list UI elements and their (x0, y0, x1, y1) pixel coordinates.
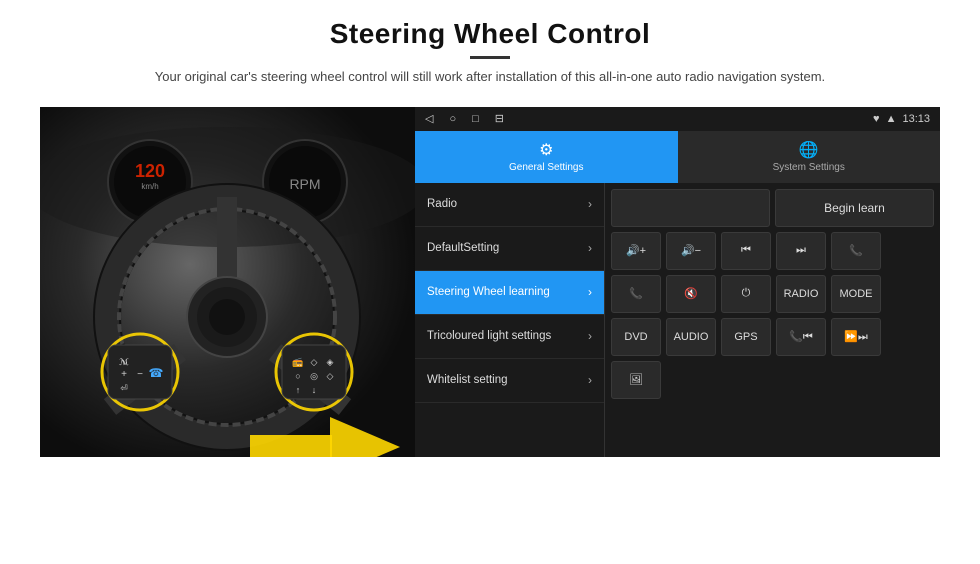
title-divider (470, 56, 510, 59)
ctrl-row-1: Begin learn (611, 189, 934, 227)
menu-item-radio[interactable]: Radio › (415, 183, 604, 227)
begin-learn-button[interactable]: Begin learn (775, 189, 934, 227)
mute-icon: 🔇 (684, 287, 698, 300)
location-icon: ♥ (873, 113, 880, 125)
dvd-button[interactable]: DVD (611, 318, 661, 356)
media-button[interactable]: 🖼 (611, 361, 661, 399)
audio-label: AUDIO (674, 331, 709, 343)
menu-item-tricoloured[interactable]: Tricoloured light settings › (415, 315, 604, 359)
mode-button[interactable]: MODE (831, 275, 881, 313)
menu-default-chevron: › (588, 241, 592, 255)
media-icon: 🖼 (629, 373, 643, 386)
tab-general-settings[interactable]: ⚙ General Settings (415, 131, 678, 183)
menu-default-label: DefaultSetting (427, 241, 499, 256)
svg-text:+: + (121, 369, 127, 380)
power-button[interactable]: ⏻ (721, 275, 771, 313)
menu-steering-chevron: › (588, 285, 592, 299)
page-title: Steering Wheel Control (155, 18, 825, 50)
svg-text:RPM: RPM (289, 176, 320, 192)
mute-button[interactable]: 🔇 (666, 275, 716, 313)
call-icon: 📞 (849, 244, 863, 257)
steering-bg: 120 km/h RPM (40, 107, 415, 457)
tab-system-settings[interactable]: 🌐 System Settings (678, 131, 941, 183)
vol-down-icon: 🔊− (681, 244, 701, 257)
svg-text:km/h: km/h (141, 182, 158, 191)
prev-track-button[interactable]: ⏮ (721, 232, 771, 270)
svg-text:◎: ◎ (310, 371, 318, 381)
signal-icon: ▲ (886, 113, 897, 125)
title-section: Steering Wheel Control Your original car… (155, 18, 825, 99)
android-body: Radio › DefaultSetting › Steering Wheel … (415, 183, 940, 457)
android-nav-icons: ◁ ○ □ ⊟ (425, 112, 504, 125)
menu-item-steering-wheel[interactable]: Steering Wheel learning › (415, 271, 604, 315)
vol-up-icon: 🔊+ (626, 244, 646, 257)
svg-text:◇: ◇ (327, 371, 334, 381)
vol-up-button[interactable]: 🔊+ (611, 232, 661, 270)
svg-text:◈: ◈ (327, 357, 334, 367)
page-container: Steering Wheel Control Your original car… (0, 0, 980, 564)
menu-radio-label: Radio (427, 197, 457, 212)
svg-text:☎: ☎ (149, 366, 164, 380)
menu-item-whitelist[interactable]: Whitelist setting › (415, 359, 604, 403)
control-panel: Begin learn 🔊+ 🔊− ⏮ (605, 183, 940, 457)
menu-item-defaultsetting[interactable]: DefaultSetting › (415, 227, 604, 271)
menu-list: Radio › DefaultSetting › Steering Wheel … (415, 183, 605, 457)
answer-icon: 📞 (629, 287, 643, 300)
menu-whitelist-label: Whitelist setting (427, 373, 508, 388)
dvd-label: DVD (624, 331, 647, 343)
system-settings-icon: 🌐 (799, 140, 819, 160)
gps-label: GPS (734, 331, 757, 343)
menu-whitelist-chevron: › (588, 373, 592, 387)
recent-icon[interactable]: □ (472, 113, 479, 125)
radio-label: RADIO (784, 288, 819, 300)
ctrl-empty-box (611, 189, 770, 227)
svg-text:∿: ∿ (120, 357, 128, 367)
svg-text:📻: 📻 (292, 357, 303, 367)
svg-text:120: 120 (135, 161, 165, 181)
tab-system-label: System Settings (773, 162, 845, 173)
page-subtitle: Your original car's steering wheel contr… (155, 67, 825, 87)
ctrl-row-5: 🖼 (611, 361, 934, 399)
svg-text:○: ○ (295, 371, 300, 381)
next-track-button[interactable]: ⏭ (776, 232, 826, 270)
android-statusbar: ◁ ○ □ ⊟ ♥ ▲ 13:13 (415, 107, 940, 131)
tab-general-label: General Settings (509, 162, 584, 173)
general-settings-icon: ⚙ (539, 140, 553, 160)
ff-next-button[interactable]: ⏩⏭ (831, 318, 881, 356)
svg-text:↑: ↑ (296, 385, 301, 395)
phone-prev-icon: 📞⏮ (789, 330, 813, 344)
status-icons: ♥ ▲ 13:13 (873, 113, 930, 125)
svg-text:−: − (137, 369, 143, 380)
gps-button[interactable]: GPS (721, 318, 771, 356)
menu-steering-label: Steering Wheel learning (427, 285, 550, 300)
next-track-icon: ⏭ (796, 244, 806, 257)
radio-button[interactable]: RADIO (776, 275, 826, 313)
power-icon: ⏻ (742, 287, 751, 300)
menu-icon[interactable]: ⊟ (495, 112, 504, 125)
back-icon[interactable]: ◁ (425, 112, 433, 125)
menu-tricoloured-chevron: › (588, 329, 592, 343)
menu-radio-chevron: › (588, 197, 592, 211)
ctrl-row-2: 🔊+ 🔊− ⏮ ⏭ 📞 (611, 232, 934, 270)
content-row: 120 km/h RPM (40, 107, 940, 457)
svg-text:↓: ↓ (312, 385, 317, 395)
mode-label: MODE (840, 288, 873, 300)
clock: 13:13 (902, 113, 930, 125)
svg-text:⏎: ⏎ (120, 383, 128, 393)
steering-wheel-image: 120 km/h RPM (40, 107, 415, 457)
menu-tricoloured-label: Tricoloured light settings (427, 329, 551, 344)
home-icon[interactable]: ○ (449, 113, 456, 125)
ctrl-row-4: DVD AUDIO GPS 📞⏮ ⏩⏭ (611, 318, 934, 356)
android-tabs: ⚙ General Settings 🌐 System Settings (415, 131, 940, 183)
answer-button[interactable]: 📞 (611, 275, 661, 313)
prev-track-icon: ⏮ (741, 244, 751, 257)
svg-text:◇: ◇ (311, 357, 318, 367)
audio-button[interactable]: AUDIO (666, 318, 716, 356)
vol-down-button[interactable]: 🔊− (666, 232, 716, 270)
ctrl-row-3: 📞 🔇 ⏻ RADIO MODE (611, 275, 934, 313)
android-ui: ◁ ○ □ ⊟ ♥ ▲ 13:13 ⚙ General Settings (415, 107, 940, 457)
phone-prev-button[interactable]: 📞⏮ (776, 318, 826, 356)
call-button[interactable]: 📞 (831, 232, 881, 270)
ff-next-icon: ⏩⏭ (844, 330, 868, 344)
